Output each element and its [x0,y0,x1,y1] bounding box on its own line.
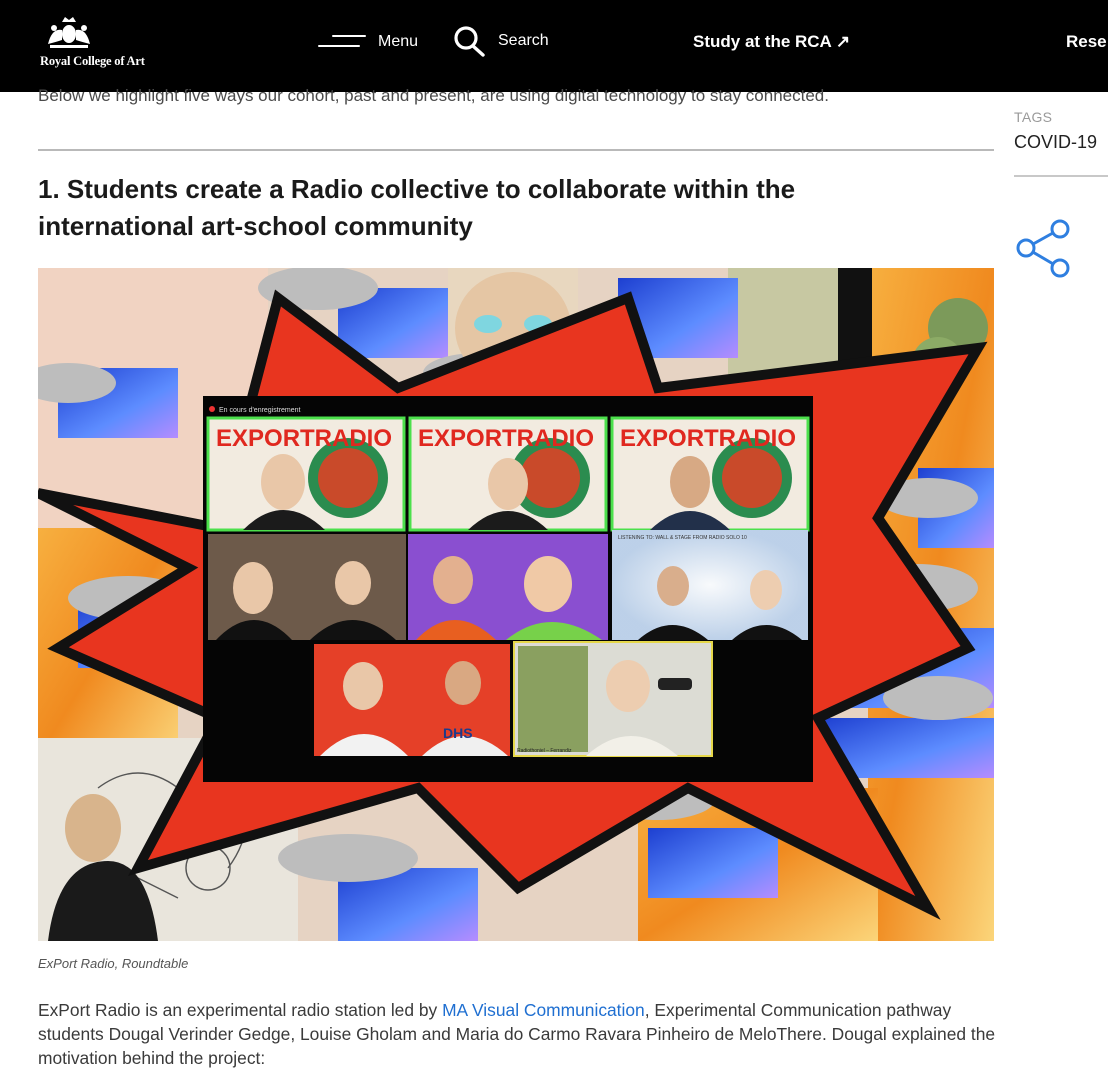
video-tile-row-middle: LISTENING TO: WALL & STAGE FROM RADIO SO… [208,530,808,640]
shirt-text: DHS [443,725,473,741]
research-link[interactable]: Rese [1066,32,1107,52]
collage-artwork: En cours d'enregistrement EXPORTRADIO EX… [38,268,994,941]
tags-label: TAGS [1014,109,1053,125]
share-icon[interactable] [1013,216,1075,280]
menu-label: Menu [378,33,419,50]
sidebar-divider [1014,175,1108,177]
ma-visual-communication-link[interactable]: MA Visual Communication [442,1000,645,1020]
logo-text: Royal College of Art [40,54,145,68]
search-label: Search [498,32,549,49]
site-header: Royal College of Art Menu Search Study a… [0,0,1108,92]
banner-text-2: EXPORTRADIO [418,425,594,452]
tag-covid-19[interactable]: COVID-19 [1014,132,1097,153]
intro-text: Below we highlight five ways our cohort,… [38,86,829,105]
section-heading: 1. Students create a Radio collective to… [38,174,796,241]
menu-button[interactable]: Menu [318,30,418,54]
recording-label: En cours d'enregistrement [219,407,301,414]
video-tile-row-bottom: DHS Radiothoniel – Ferrandiz [314,641,713,757]
participant-label: Radiothoniel – Ferrandiz [517,748,572,754]
body-text-before-link: ExPort Radio is an experimental radio st… [38,1000,443,1020]
body-paragraph: ExPort Radio is an experimental radio st… [38,998,998,1070]
section-divider [38,149,994,151]
royal-crest-icon [48,17,90,48]
image-caption: ExPort Radio, Roundtable [38,956,189,971]
study-at-rca-link[interactable]: Study at the RCA ↗ [693,32,850,52]
panel-text: LISTENING TO: WALL & STAGE FROM RADIO SO… [618,535,747,541]
video-tile-row-top: EXPORTRADIO EXPORTRADIO EXPORTRADIO [206,416,810,532]
banner-text-3: EXPORTRADIO [620,425,796,452]
search-button[interactable]: Search [452,26,549,57]
banner-text-1: EXPORTRADIO [216,425,392,452]
hamburger-icon [318,31,368,53]
search-icon [454,26,485,57]
rca-logo[interactable]: Royal College of Art [38,14,163,74]
feature-image: En cours d'enregistrement EXPORTRADIO EX… [38,268,994,941]
